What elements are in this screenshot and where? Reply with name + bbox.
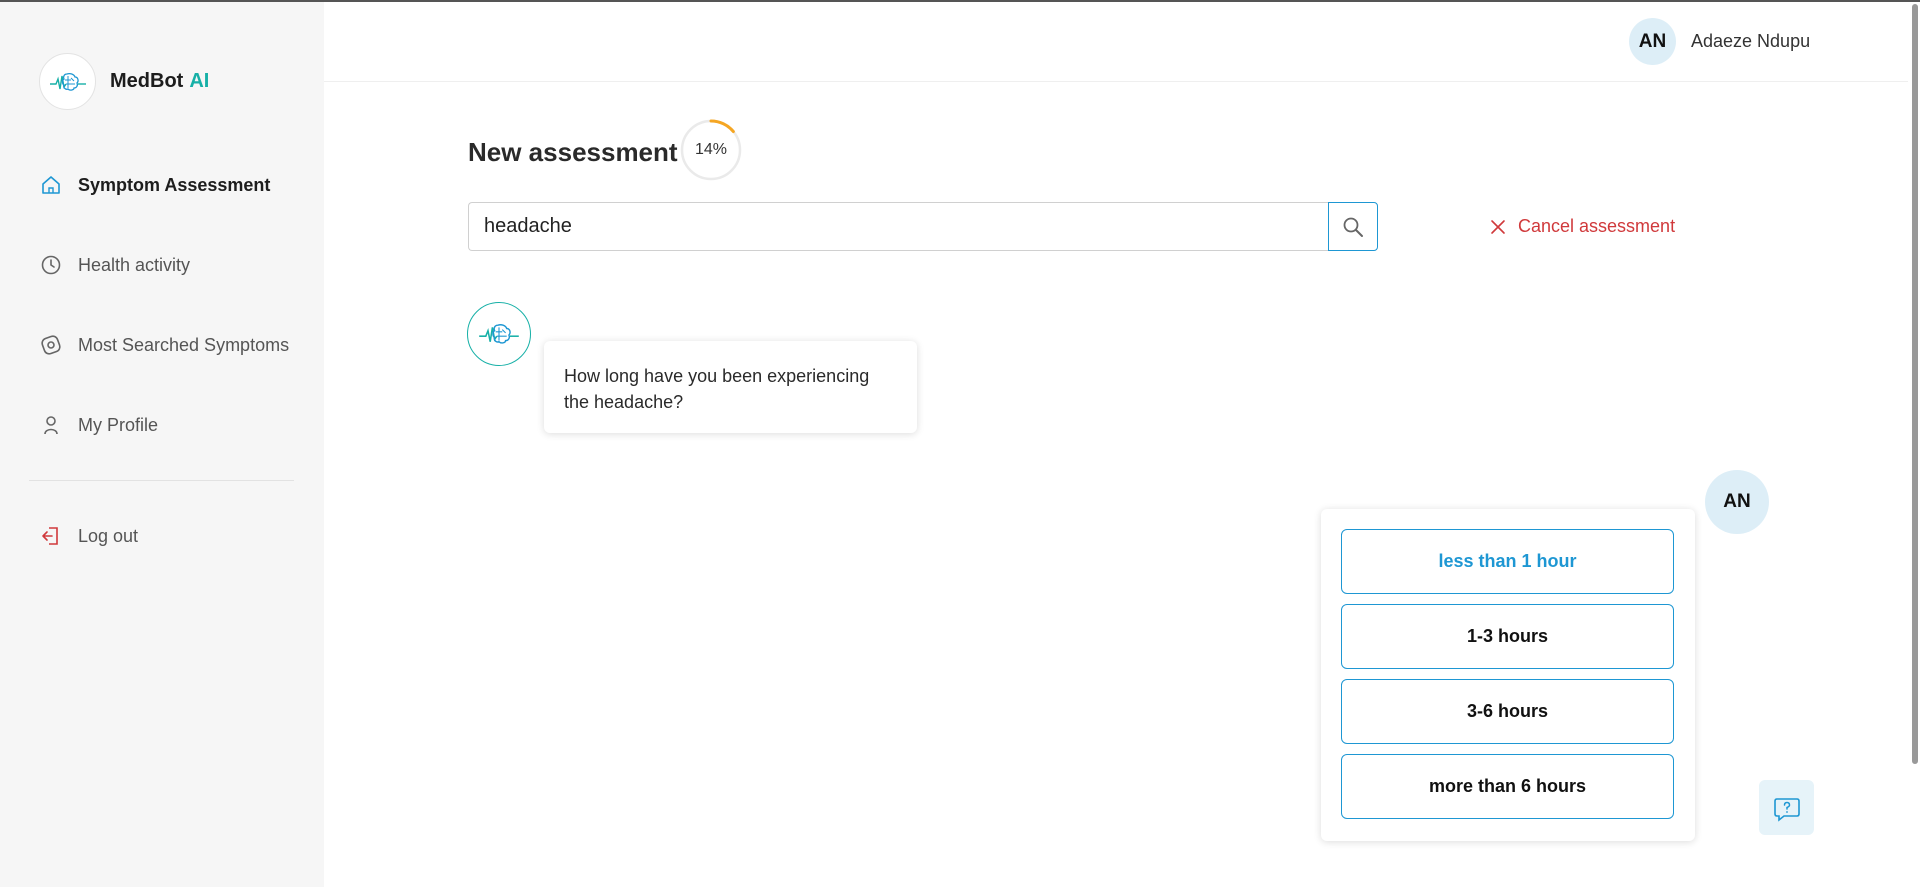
- logout-label: Log out: [78, 525, 139, 546]
- help-chat-icon: [1772, 793, 1802, 823]
- progress-percent: 14%: [694, 141, 728, 158]
- user-chat-avatar: AN: [1705, 470, 1769, 534]
- option-less-than-1-hour[interactable]: less than 1 hour: [1341, 529, 1674, 594]
- search-icon: [1342, 216, 1364, 238]
- brand-name: MedBot AI: [110, 70, 210, 92]
- sidebar-item-label: My Profile: [78, 414, 159, 435]
- option-3-6-hours[interactable]: 3-6 hours: [1341, 679, 1674, 744]
- sidebar: MedBot AI Symptom Assessment Health activ…: [0, 2, 324, 887]
- home-icon: [39, 173, 63, 197]
- medbot-logo-icon: [39, 53, 96, 110]
- option-more-than-6-hours[interactable]: more than 6 hours: [1341, 754, 1674, 819]
- scrollbar-thumb[interactable]: [1912, 4, 1918, 764]
- page-title: New assessment: [468, 137, 678, 167]
- sidebar-item-symptom-assessment[interactable]: Symptom Assessment: [39, 173, 270, 197]
- cancel-assessment-button[interactable]: Cancel assessment: [1490, 216, 1675, 237]
- brand-ai-suffix: AI: [189, 70, 210, 92]
- compass-icon: [39, 333, 63, 357]
- user-icon: [39, 413, 63, 437]
- sidebar-item-label: Health activity: [78, 254, 191, 275]
- avatar: AN: [1629, 18, 1676, 65]
- logout-icon: [39, 524, 63, 548]
- sidebar-item-label: Symptom Assessment: [78, 174, 271, 195]
- close-icon: [1490, 219, 1506, 235]
- sidebar-item-label: Most Searched Symptoms: [78, 334, 290, 355]
- bot-avatar-icon: [467, 302, 531, 366]
- bot-question-bubble: How long have you been experiencing the …: [544, 341, 917, 433]
- sidebar-divider: [29, 480, 294, 481]
- answer-options-panel: less than 1 hour 1-3 hours 3-6 hours mor…: [1321, 509, 1695, 841]
- brand[interactable]: MedBot AI: [39, 53, 209, 110]
- sidebar-item-logout[interactable]: Log out: [39, 524, 138, 548]
- help-chat-button[interactable]: [1759, 780, 1814, 835]
- cancel-label: Cancel assessment: [1518, 216, 1676, 236]
- symptom-search-input[interactable]: [468, 202, 1329, 251]
- clock-icon: [39, 253, 63, 277]
- user-name: Adaeze Ndupu: [1691, 31, 1811, 51]
- sidebar-item-my-profile[interactable]: My Profile: [39, 413, 158, 437]
- sidebar-item-health-activity[interactable]: Health activity: [39, 253, 190, 277]
- option-1-3-hours[interactable]: 1-3 hours: [1341, 604, 1674, 669]
- search-button[interactable]: [1328, 202, 1378, 251]
- sidebar-item-most-searched-symptoms[interactable]: Most Searched Symptoms: [39, 333, 289, 357]
- user-menu[interactable]: AN Adaeze Ndupu: [1629, 18, 1810, 65]
